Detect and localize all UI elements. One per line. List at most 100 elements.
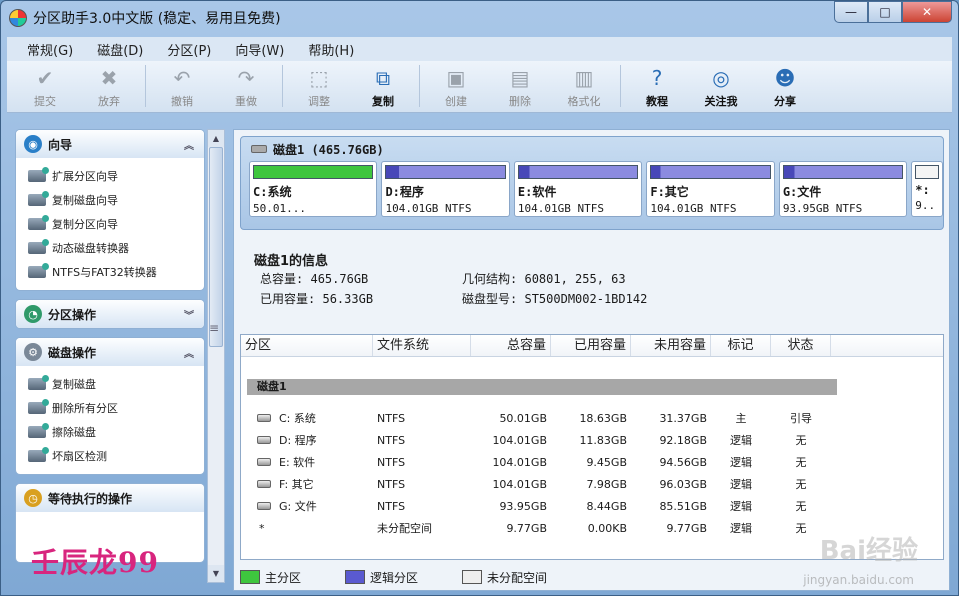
col-filesystem[interactable]: 文件系统: [373, 335, 471, 356]
expand-icon[interactable]: ︾: [184, 307, 194, 322]
wizard-item[interactable]: 复制分区向导: [28, 212, 204, 236]
cell-free: 94.56GB: [631, 456, 711, 469]
toolbar-button-create-disk[interactable]: ▣ 创建: [424, 61, 488, 111]
cell-flag: 逻辑: [711, 498, 771, 514]
col-flag[interactable]: 标记: [711, 335, 771, 356]
partition-name: F:其它: [650, 185, 689, 199]
toolbar-button-format-disk[interactable]: ▥ 格式化: [552, 61, 616, 111]
cell-flag: 逻辑: [711, 520, 771, 536]
partition-block[interactable]: E:软件 104.01GB NTFS: [513, 161, 643, 217]
legend-swatch: [462, 570, 483, 584]
delete-disk-icon: ▤: [510, 66, 530, 90]
close-button[interactable]: ✕: [902, 1, 952, 23]
maximize-button[interactable]: □: [868, 1, 902, 23]
disk-group-row[interactable]: 磁盘1: [247, 379, 837, 395]
toolbar-button-cancel[interactable]: ✖ 放弃: [77, 61, 141, 111]
partition-block[interactable]: F:其它 104.01GB NTFS: [646, 161, 775, 217]
cell-total: 50.01GB: [471, 412, 551, 425]
legend-item: 主分区: [240, 569, 301, 586]
splitter-grip-icon[interactable]: ≡: [209, 321, 219, 335]
toolbar-button-undo[interactable]: ↶ 撤销: [150, 61, 214, 111]
wizard-item-label: 动态磁盘转换器: [52, 242, 129, 255]
disk-ops-panel: ⚙ 磁盘操作 ︽ 复制磁盘删除所有分区擦除磁盘 坏扇区检测: [15, 337, 205, 475]
partition-ops-header[interactable]: ◔ 分区操作 ︾: [16, 300, 204, 328]
cell-status: 引导: [771, 410, 831, 426]
collapse-icon[interactable]: ︽: [184, 137, 194, 152]
toolbar-button-check[interactable]: ✔ 提交: [13, 61, 77, 111]
wizard-item[interactable]: 复制磁盘向导: [28, 188, 204, 212]
disk-tool-icon: [28, 215, 49, 230]
menu-partition[interactable]: 分区(P): [155, 40, 223, 59]
pending-header[interactable]: ◷ 等待执行的操作: [16, 484, 204, 512]
menu-general[interactable]: 常规(G): [15, 40, 85, 59]
wizard-item[interactable]: NTFS与FAT32转换器: [28, 260, 204, 284]
scroll-down-icon[interactable]: ▼: [208, 565, 224, 582]
col-partition[interactable]: 分区: [241, 335, 373, 356]
collapse-icon[interactable]: ︽: [184, 345, 194, 360]
disk-op-item[interactable]: 坏扇区检测: [28, 444, 204, 468]
scroll-up-icon[interactable]: ▲: [208, 130, 224, 147]
title-bar[interactable]: 分区助手3.0中文版 (稳定、易用且免费) — □ ✕: [1, 1, 958, 35]
hard-disk-icon: [251, 145, 267, 153]
menu-wizard[interactable]: 向导(W): [223, 40, 296, 59]
toolbar-button-delete-disk[interactable]: ▤ 删除: [488, 61, 552, 111]
app-icon: [9, 9, 27, 27]
model-value: ST500DM002-1BD142: [524, 292, 648, 306]
table-row[interactable]: E: 软件 NTFS 104.01GB 9.45GB 94.56GB 逻辑 无: [241, 451, 945, 473]
toolbar-button-help[interactable]: ? 教程: [625, 61, 689, 111]
cell-used: 18.63GB: [551, 412, 631, 425]
disk-op-item[interactable]: 删除所有分区: [28, 396, 204, 420]
toolbar-button-resize-disk[interactable]: ⬚ 调整: [287, 61, 351, 111]
wizard-item[interactable]: 动态磁盘转换器: [28, 236, 204, 260]
wizard-panel-header[interactable]: ◉ 向导 ︽: [16, 130, 204, 158]
partition-block[interactable]: G:文件 93.95GB NTFS: [778, 161, 908, 217]
table-row[interactable]: F: 其它 NTFS 104.01GB 7.98GB 96.03GB 逻辑 无: [241, 473, 945, 495]
menu-disk[interactable]: 磁盘(D): [85, 40, 155, 59]
table-row[interactable]: D: 程序 NTFS 104.01GB 11.83GB 92.18GB 逻辑 无: [241, 429, 945, 451]
scroll-thumb[interactable]: [209, 147, 223, 347]
partition-disk-icon: [257, 458, 271, 466]
toolbar-button-share-users[interactable]: ☻ 分享: [753, 61, 817, 111]
cell-free-text: 94.56GB: [659, 455, 707, 469]
toolbar-separator: [620, 65, 621, 107]
col-used[interactable]: 已用容量: [551, 335, 631, 356]
partition-table: 分区 文件系统 总容量 已用容量 未用容量 标记 状态 磁盘1 C: 系统 NTF…: [240, 334, 944, 560]
toolbar-button-redo[interactable]: ↷ 重做: [214, 61, 278, 111]
wizard-item-label: 扩展分区向导: [52, 170, 118, 183]
disk-op-item[interactable]: 复制磁盘: [28, 372, 204, 396]
cell-free-text: 96.03GB: [659, 477, 707, 491]
cell-filesystem: NTFS: [373, 412, 471, 425]
wizard-item[interactable]: 扩展分区向导: [28, 164, 204, 188]
table-row[interactable]: G: 文件 NTFS 93.95GB 8.44GB 85.51GB 逻辑 无: [241, 495, 945, 517]
menu-bar: 常规(G) 磁盘(D) 分区(P) 向导(W) 帮助(H): [7, 37, 952, 61]
partition-size: 104.01GB NTFS: [650, 202, 737, 215]
partition-usage-bar: [253, 165, 374, 179]
col-total[interactable]: 总容量: [471, 335, 551, 356]
sidebar-scrollbar[interactable]: ▲ ▼: [207, 129, 225, 583]
toolbar-button-copy-disk[interactable]: ⧉ 复制: [351, 61, 415, 111]
table-row[interactable]: C: 系统 NTFS 50.01GB 18.63GB 31.37GB 主 引导: [241, 407, 945, 429]
menu-help[interactable]: 帮助(H): [296, 40, 366, 59]
cell-flag-text: 逻辑: [730, 434, 752, 447]
check-icon: ✔: [36, 66, 54, 90]
legend-label: 逻辑分区: [370, 570, 419, 585]
cell-free: 96.03GB: [631, 478, 711, 491]
disk-op-item-label: 删除所有分区: [52, 402, 118, 415]
minimize-button[interactable]: —: [834, 1, 868, 23]
share-users-icon: ☻: [774, 66, 796, 90]
cell-total-text: 93.95GB: [499, 499, 547, 513]
partition-size: 104.01GB NTFS: [385, 202, 472, 215]
partition-block[interactable]: C:系统 50.01...: [249, 161, 378, 217]
disk-op-item[interactable]: 擦除磁盘: [28, 420, 204, 444]
toolbar-label: 删除: [509, 95, 531, 108]
partition-block[interactable]: D:程序 104.01GB NTFS: [381, 161, 510, 217]
help-icon: ?: [651, 66, 663, 90]
disk-map[interactable]: 磁盘1 (465.76GB) C:系统 50.01... D:程序 104.01GB …: [240, 136, 944, 230]
toolbar-button-weibo[interactable]: ◎ 关注我: [689, 61, 753, 111]
partition-block[interactable]: *: 9..: [911, 161, 943, 217]
undo-icon: ↶: [173, 66, 191, 90]
col-free[interactable]: 未用容量: [631, 335, 711, 356]
disk-ops-header[interactable]: ⚙ 磁盘操作 ︽: [16, 338, 204, 366]
col-status[interactable]: 状态: [771, 335, 831, 356]
cell-total-text: 104.01GB: [492, 455, 547, 469]
